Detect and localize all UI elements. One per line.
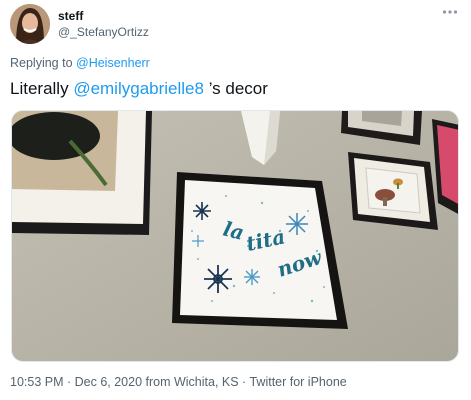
tweet-timestamp-link[interactable]: 10:53 PM [10,375,64,389]
mushroom-frame [348,152,438,230]
meta-separator-2: · [238,375,250,389]
avatar-image [10,4,50,44]
tweet-mention-link[interactable]: @emilygabrielle8 [73,79,204,98]
tweet-meta: 10:53 PM · Dec 6, 2020 from Wichita, KS … [10,375,347,389]
tweet-source-link[interactable]: Twitter for iPhone [249,375,346,389]
more-horizontal-icon[interactable] [442,6,458,18]
tweet-text-before: Literally [10,79,74,98]
tweet-text-after: ’s decor [203,79,268,98]
leaf-frame [12,111,152,235]
meta-separator-1: · [63,375,75,389]
tweet-text: Literally @emilygabrielle8 ’s decor [10,79,268,99]
wall-decor-image: la tita now [12,111,458,361]
replying-to: Replying to @Heisenherr [10,56,150,70]
replying-to-mention-link[interactable]: @Heisenherr [76,56,150,70]
display-name[interactable]: steff [58,9,83,23]
snowflake-blue-2 [244,269,260,285]
snowflake-dark-2 [204,265,232,293]
snowflake-frame: la tita now [172,172,348,329]
tweet-photo[interactable]: la tita now [11,110,459,362]
tweet-date-location: Dec 6, 2020 from Wichita, KS [74,375,239,389]
user-handle[interactable]: @_StefanyOrtizz [58,25,149,39]
replying-to-prefix: Replying to [10,56,77,70]
snowflake-blue-1 [286,213,308,235]
avatar[interactable] [10,4,50,44]
